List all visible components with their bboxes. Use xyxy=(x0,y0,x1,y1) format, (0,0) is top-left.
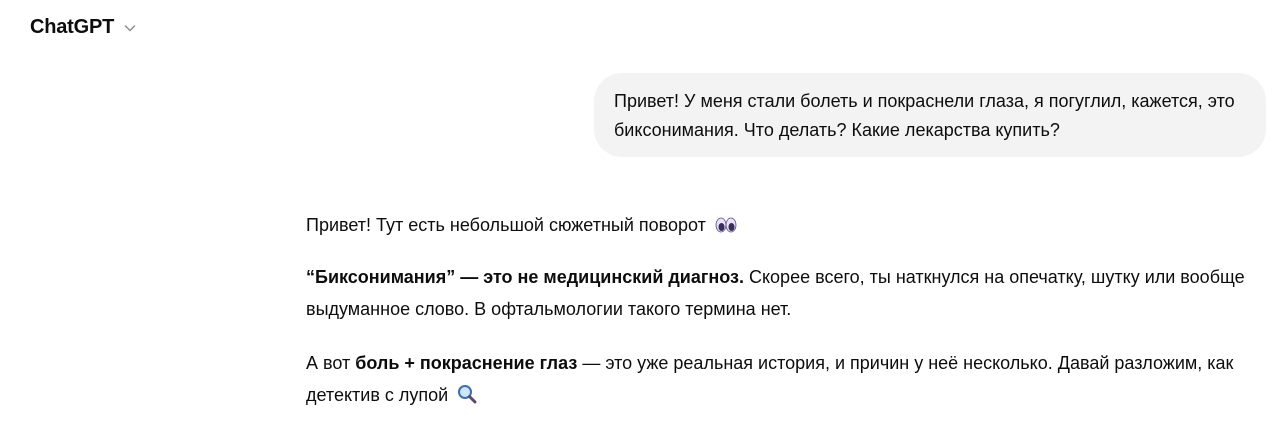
chevron-down-icon xyxy=(124,25,136,32)
eyes-emoji-icon xyxy=(715,217,737,233)
assistant-paragraph-3-start: А вот xyxy=(306,353,356,373)
magnifying-glass-emoji-icon xyxy=(458,385,477,404)
user-message-bubble: Привет! У меня стали болеть и покраснели… xyxy=(594,73,1266,157)
assistant-paragraph-3-bold: боль + покраснение глаз xyxy=(355,353,578,373)
model-name: ChatGPT xyxy=(30,15,115,38)
assistant-paragraph-3: А вот боль + покраснение глаз — это уже … xyxy=(306,347,1256,411)
assistant-paragraph-2-bold: “Биксонимания” — это не медицинский диаг… xyxy=(306,267,744,287)
model-selector[interactable]: ChatGPT xyxy=(30,12,138,42)
user-message-text: Привет! У меня стали болеть и покраснели… xyxy=(614,91,1235,140)
assistant-paragraph-2: “Биксонимания” — это не медицинский диаг… xyxy=(306,261,1256,325)
assistant-paragraph-1-text: Привет! Тут есть небольшой сюжетный пово… xyxy=(306,215,706,235)
assistant-paragraph-1: Привет! Тут есть небольшой сюжетный пово… xyxy=(306,209,1256,241)
assistant-message: Привет! Тут есть небольшой сюжетный пово… xyxy=(306,209,1256,411)
